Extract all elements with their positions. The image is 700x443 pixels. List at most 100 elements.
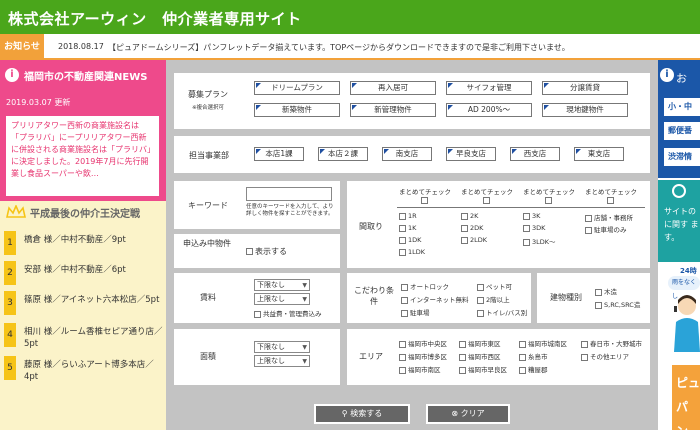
- checkbox[interactable]: [401, 309, 408, 317]
- office-option[interactable]: 南支店: [382, 147, 432, 161]
- layout-group-head[interactable]: まとめてチェック: [461, 186, 513, 196]
- link-button[interactable]: 郵便番: [664, 122, 700, 140]
- plan-option[interactable]: 新管理物件: [350, 103, 436, 117]
- checkbox[interactable]: [545, 197, 552, 204]
- region-option[interactable]: 糸島市: [519, 351, 548, 361]
- preference-option[interactable]: 2階以上: [477, 294, 510, 304]
- preference-option[interactable]: オートロック: [401, 281, 449, 291]
- rent-min-select[interactable]: 下限なし ▼: [254, 279, 310, 291]
- plan-option[interactable]: ドリームプラン: [254, 81, 340, 95]
- checkbox[interactable]: [461, 236, 468, 244]
- preference-option[interactable]: ペット可: [477, 281, 512, 291]
- layout-option[interactable]: 駐車場のみ: [585, 224, 627, 234]
- layout-group-head[interactable]: まとめてチェック: [585, 186, 637, 196]
- office-option[interactable]: 本店1課: [254, 147, 304, 161]
- checkbox[interactable]: [254, 310, 261, 318]
- layout-option[interactable]: 2LDK: [461, 236, 487, 244]
- region-option[interactable]: 福岡市城南区: [519, 338, 567, 348]
- checkbox[interactable]: [461, 212, 468, 220]
- plan-option[interactable]: 新築物件: [254, 103, 340, 117]
- region-option[interactable]: 福岡市早良区: [459, 364, 507, 374]
- checkbox[interactable]: [585, 226, 592, 234]
- checkbox[interactable]: [401, 296, 408, 304]
- plan-option[interactable]: 再入居可: [350, 81, 436, 95]
- layout-option[interactable]: 2DK: [461, 224, 483, 232]
- link-button[interactable]: 渋滞情: [664, 148, 700, 166]
- checkbox[interactable]: [399, 366, 406, 374]
- checkbox[interactable]: [459, 353, 466, 361]
- link-button[interactable]: 小・中: [664, 98, 700, 116]
- layout-option[interactable]: 1LDK: [399, 248, 425, 256]
- keyword-input[interactable]: [246, 187, 332, 201]
- region-option[interactable]: 糟屋郡: [519, 364, 548, 374]
- checkbox[interactable]: [519, 353, 526, 361]
- application-option[interactable]: 表示する: [246, 246, 287, 257]
- region-option[interactable]: その他エリア: [581, 351, 629, 361]
- notice-text[interactable]: 【ピュアドームシリーズ】パンフレットデータ揃えています。TOPページからダウンロ…: [108, 42, 570, 53]
- checkbox[interactable]: [595, 288, 602, 296]
- checkbox[interactable]: [477, 283, 484, 291]
- checkbox[interactable]: [483, 197, 490, 204]
- checkbox[interactable]: [399, 224, 406, 232]
- checkbox[interactable]: [581, 353, 588, 361]
- checkbox[interactable]: [585, 214, 592, 222]
- checkbox[interactable]: [519, 340, 526, 348]
- layout-group-head[interactable]: まとめてチェック: [399, 186, 451, 196]
- region-option[interactable]: 福岡市東区: [459, 338, 501, 348]
- area-max-select[interactable]: 上限なし ▼: [254, 355, 310, 367]
- checkbox[interactable]: [421, 197, 428, 204]
- checkbox[interactable]: [399, 248, 406, 256]
- search-button[interactable]: ⚲ 検索する: [314, 404, 410, 424]
- region-option[interactable]: 春日市・大野城市: [581, 338, 642, 348]
- plan-option[interactable]: 現地鍵物件: [542, 103, 628, 117]
- checkbox[interactable]: [246, 248, 253, 255]
- region-option[interactable]: 福岡市南区: [399, 364, 441, 374]
- layout-group-head[interactable]: まとめてチェック: [523, 186, 575, 196]
- layout-option[interactable]: 3K: [523, 212, 540, 220]
- checkbox[interactable]: [607, 197, 614, 204]
- structure-option[interactable]: 木造: [595, 286, 617, 296]
- region-option[interactable]: 福岡市中央区: [399, 338, 447, 348]
- checkbox[interactable]: [477, 309, 484, 317]
- local-news-card[interactable]: プリリアタワー西新の商業施設名は「プラリバ」にープリリアタワー西新に併設される商…: [6, 116, 159, 196]
- rent-max-select[interactable]: 上限なし ▼: [254, 293, 310, 305]
- region-option[interactable]: 福岡市博多区: [399, 351, 447, 361]
- office-option[interactable]: 早良支店: [446, 147, 496, 161]
- region-option[interactable]: 福岡市西区: [459, 351, 501, 361]
- plan-option[interactable]: サイフォ管理: [446, 81, 532, 95]
- checkbox[interactable]: [519, 366, 526, 374]
- layout-option[interactable]: 1K: [399, 224, 416, 232]
- office-option[interactable]: 西支店: [510, 147, 560, 161]
- plan-option[interactable]: AD 200%～: [446, 103, 532, 117]
- checkbox[interactable]: [523, 212, 530, 220]
- rent-option[interactable]: 共益費・管理費込み: [254, 308, 322, 318]
- checkbox[interactable]: [401, 283, 408, 291]
- office-option[interactable]: 東支店: [574, 147, 624, 161]
- checkbox[interactable]: [399, 340, 406, 348]
- layout-option[interactable]: 店舗・事務所: [585, 212, 633, 222]
- layout-option[interactable]: 1DK: [399, 236, 421, 244]
- checkbox[interactable]: [399, 212, 406, 220]
- preference-option[interactable]: トイレ/バス別: [477, 307, 527, 317]
- layout-option[interactable]: 2K: [461, 212, 478, 220]
- checkbox[interactable]: [477, 296, 484, 304]
- structure-option[interactable]: S,RC,SRC造: [595, 299, 640, 309]
- pamphlet-banner[interactable]: ピュ パン: [672, 365, 700, 438]
- checkbox[interactable]: [523, 224, 530, 232]
- checkbox[interactable]: [523, 238, 530, 246]
- preference-option[interactable]: インターネット無料: [401, 294, 469, 304]
- checkbox[interactable]: [459, 340, 466, 348]
- layout-option[interactable]: 3DK: [523, 224, 545, 232]
- area-min-select[interactable]: 下限なし ▼: [254, 341, 310, 353]
- layout-option[interactable]: 1R: [399, 212, 417, 220]
- preference-option[interactable]: 駐車場: [401, 307, 430, 317]
- plan-option[interactable]: 分譲賃貸: [542, 81, 628, 95]
- checkbox[interactable]: [459, 366, 466, 374]
- checkbox[interactable]: [399, 353, 406, 361]
- layout-option[interactable]: 3LDK～: [523, 236, 556, 246]
- checkbox[interactable]: [595, 301, 602, 309]
- checkbox[interactable]: [399, 236, 406, 244]
- checkbox[interactable]: [581, 340, 588, 348]
- checkbox[interactable]: [461, 224, 468, 232]
- office-option[interactable]: 本店２課: [318, 147, 368, 161]
